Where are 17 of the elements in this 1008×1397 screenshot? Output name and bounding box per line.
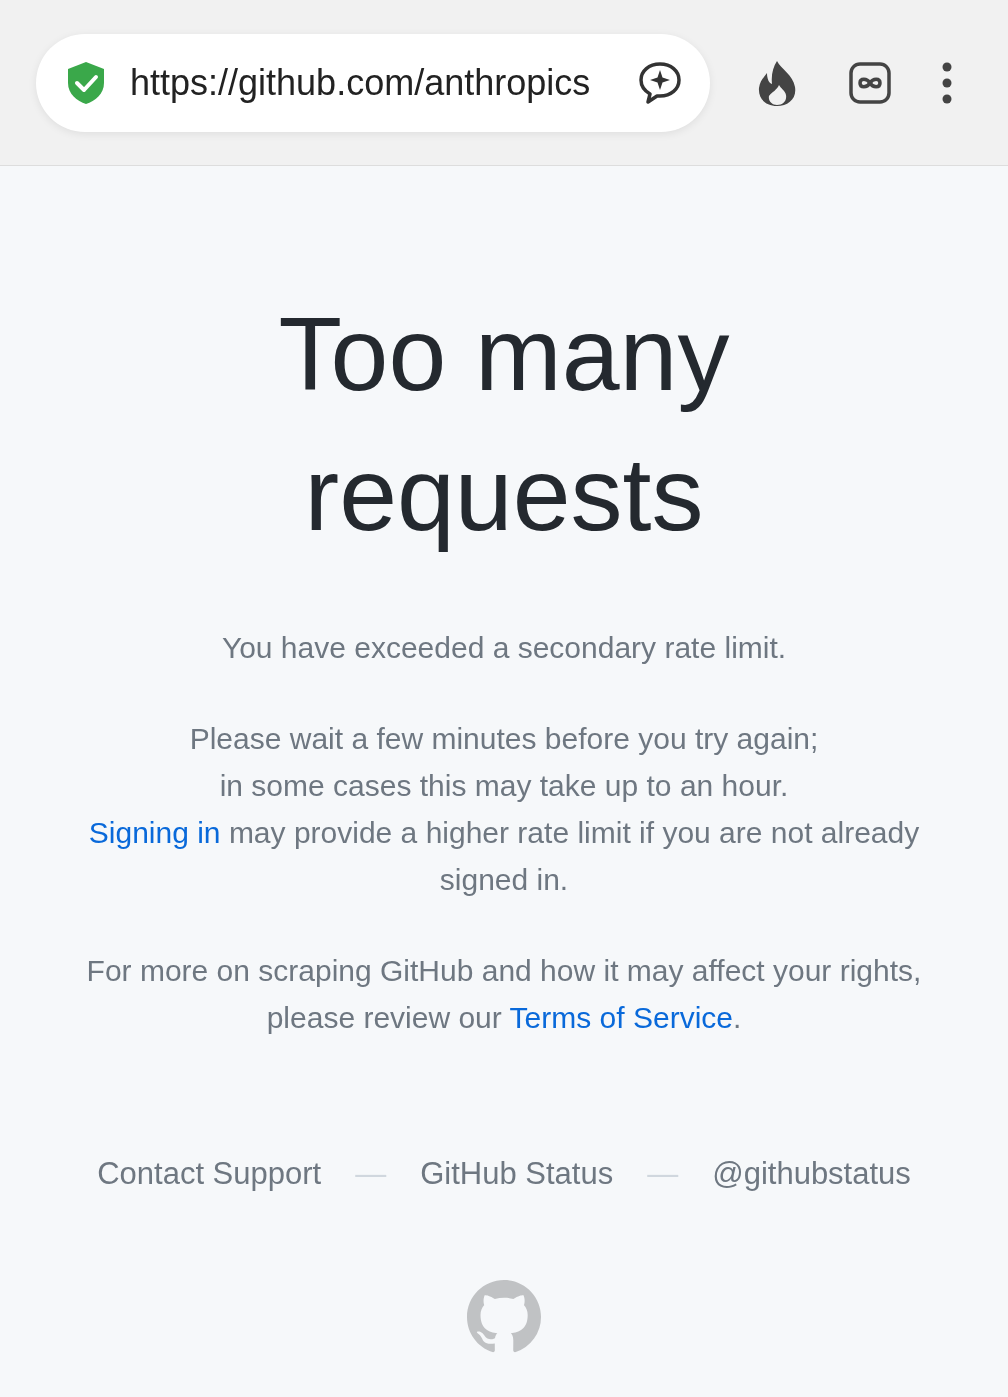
url-text[interactable]: https://github.com/anthropics	[130, 55, 616, 110]
link[interactable]: Signing in	[88, 816, 221, 849]
footer-link[interactable]: @githubstatus	[712, 1151, 911, 1198]
github-logo-icon	[467, 1279, 541, 1354]
message-paragraph: Please wait a few minutes before you try again; in some cases this may take up to an hour. Signing in may provide a higher rate limit if you are not already signed in.	[87, 721, 921, 898]
separator: —	[355, 1155, 387, 1193]
infinity-icon[interactable]	[848, 60, 892, 105]
address-bar[interactable]: https://github.com/anthropics	[36, 33, 710, 132]
message-paragraph: You have exceeded a secondary rate limit.	[221, 630, 787, 666]
page-heading: requests	[304, 435, 704, 554]
message-paragraph: For more on scraping GitHub and how it may affect your rights, please review our Terms of Service.	[85, 953, 923, 1036]
menu-icon[interactable]	[941, 61, 954, 104]
footer-link[interactable]: Contact Support	[97, 1151, 322, 1198]
link[interactable]: Terms of Service	[509, 1001, 733, 1034]
page-heading: Too many	[278, 295, 730, 414]
footer-link[interactable]: GitHub Status	[420, 1151, 614, 1198]
separator: —	[647, 1155, 679, 1193]
